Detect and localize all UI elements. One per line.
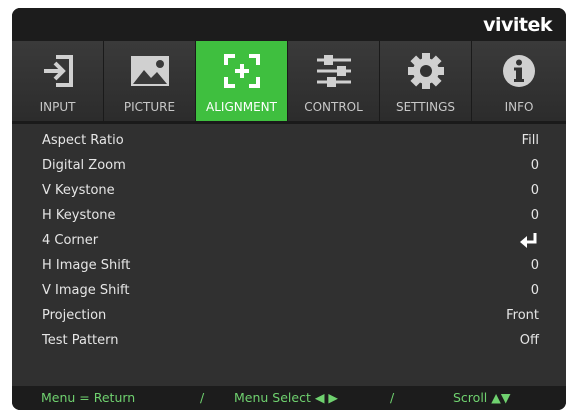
tab-alignment[interactable]: ALIGNMENT (196, 41, 288, 121)
input-icon (12, 53, 103, 89)
menu-item-h-keystone[interactable]: H Keystone 0 (12, 205, 566, 230)
menu-item-projection[interactable]: Projection Front (12, 305, 566, 330)
brand-logo: vivitek (483, 14, 552, 36)
tab-input-label: INPUT (39, 100, 76, 114)
menu-item-aspect-ratio[interactable]: Aspect Ratio Fill (12, 130, 566, 155)
tab-control[interactable]: CONTROL (288, 41, 380, 121)
menu-item-label: H Image Shift (42, 258, 131, 273)
tab-picture[interactable]: PICTURE (104, 41, 196, 121)
menu-item-h-image-shift[interactable]: H Image Shift 0 (12, 255, 566, 280)
menu-item-test-pattern[interactable]: Test Pattern Off (12, 330, 566, 355)
menu-item-label: 4 Corner (42, 233, 99, 248)
osd-menu: vivitek INPUT PICTURE ALIGNMENT CONTROL … (12, 8, 566, 410)
tab-info[interactable]: INFO (472, 41, 566, 121)
tab-control-label: CONTROL (304, 100, 363, 114)
tab-bar: INPUT PICTURE ALIGNMENT CONTROL SETTINGS… (12, 41, 566, 121)
menu-item-v-keystone[interactable]: V Keystone 0 (12, 180, 566, 205)
menu-item-label: Test Pattern (42, 333, 119, 348)
hint-menu-return: Menu = Return (41, 390, 136, 405)
menu-item-value: Fill (521, 133, 539, 148)
hint-separator: / (390, 390, 395, 405)
menu-item-label: V Keystone (42, 183, 115, 198)
menu-item-value: 0 (530, 208, 539, 223)
tab-input[interactable]: INPUT (12, 41, 104, 121)
menu-item-value: 0 (530, 283, 539, 298)
menu-item-digital-zoom[interactable]: Digital Zoom 0 (12, 155, 566, 180)
menu-item-label: Projection (42, 308, 107, 323)
tab-info-label: INFO (504, 100, 534, 114)
menu-item-label: Digital Zoom (42, 158, 126, 173)
settings-icon (380, 53, 471, 89)
hint-bar: Menu = Return / Menu Select ◀ ▶ / Scroll… (12, 386, 566, 410)
menu-item-label: Aspect Ratio (42, 133, 124, 148)
alignment-icon (196, 53, 287, 89)
menu-item-value: 0 (530, 158, 539, 173)
brand-bar: vivitek (12, 8, 566, 41)
menu-item-v-image-shift[interactable]: V Image Shift 0 (12, 280, 566, 305)
tab-settings-label: SETTINGS (395, 100, 456, 114)
tab-alignment-label: ALIGNMENT (206, 100, 277, 114)
picture-icon (104, 53, 195, 89)
hint-scroll: Scroll ▲▼ (453, 390, 511, 405)
alignment-menu-list: Aspect Ratio Fill Digital Zoom 0 V Keyst… (12, 124, 566, 386)
hint-menu-select: Menu Select ◀ ▶ (234, 390, 339, 405)
tab-settings[interactable]: SETTINGS (380, 41, 472, 121)
info-icon (472, 53, 566, 89)
menu-item-value: Off (519, 333, 539, 348)
menu-item-label: V Image Shift (42, 283, 130, 298)
menu-item-value: 0 (530, 183, 539, 198)
tab-picture-label: PICTURE (123, 100, 176, 114)
menu-item-value: 0 (530, 258, 539, 273)
control-icon (288, 53, 379, 89)
menu-item-4-corner[interactable]: 4 Corner (12, 230, 566, 255)
menu-item-label: H Keystone (42, 208, 116, 223)
hint-separator: / (200, 390, 205, 405)
menu-item-value: Front (506, 308, 539, 323)
enter-icon (519, 232, 539, 252)
